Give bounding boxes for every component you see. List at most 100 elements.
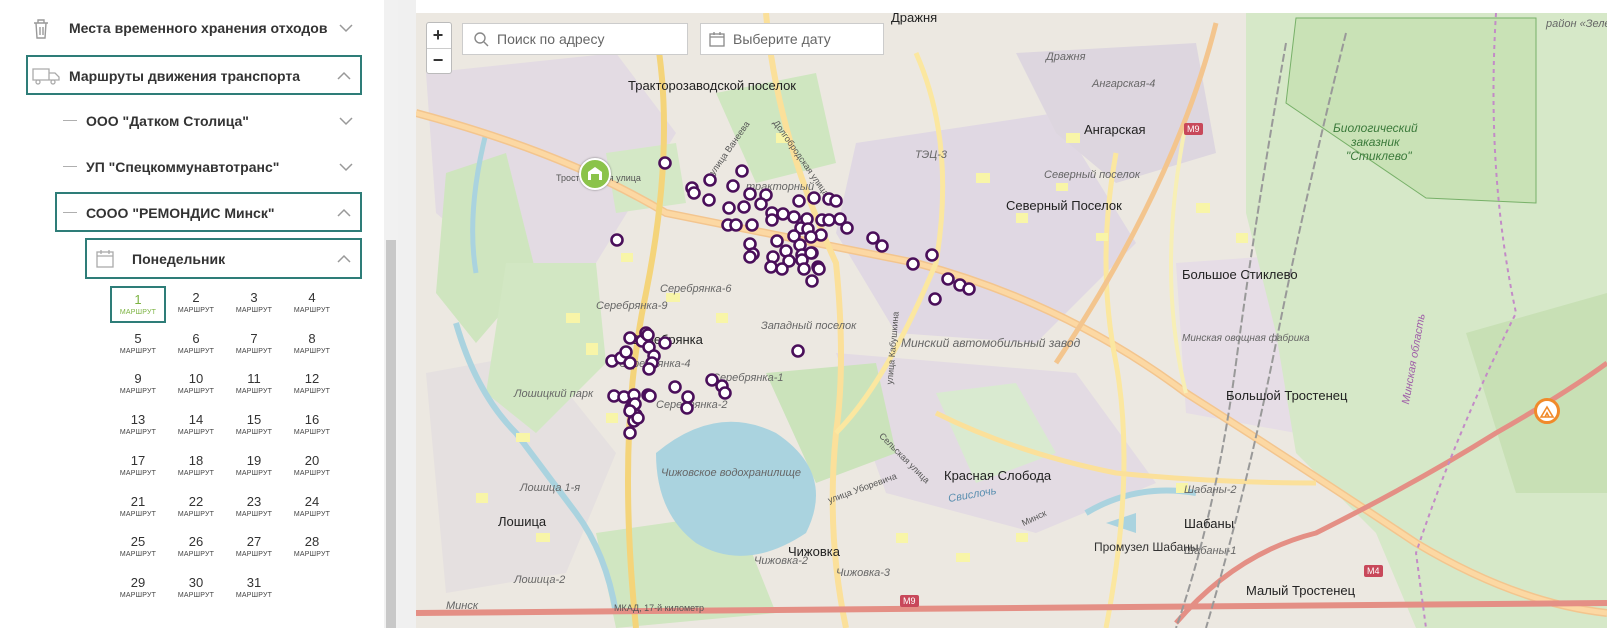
route-day-15[interactable]: 15 МАРШРУТ — [226, 408, 282, 445]
chevron-up-icon[interactable] — [336, 251, 352, 267]
container-marker[interactable] — [770, 234, 784, 248]
container-marker[interactable] — [925, 248, 939, 262]
route-day-8[interactable]: 8 МАРШРУТ — [284, 327, 340, 364]
container-marker[interactable] — [737, 200, 751, 214]
route-day-5[interactable]: 5 МАРШРУТ — [110, 327, 166, 364]
route-day-9[interactable]: 9 МАРШРУТ — [110, 367, 166, 404]
route-day-1[interactable]: 1 МАРШРУТ — [110, 286, 166, 323]
map[interactable]: Дражня тракторный Тракторозаводской посе… — [416, 13, 1607, 628]
container-marker[interactable] — [928, 292, 942, 306]
container-marker[interactable] — [623, 356, 637, 370]
container-marker[interactable] — [631, 411, 645, 425]
route-day-31[interactable]: 31 МАРШРУТ — [226, 571, 282, 608]
zoom-out-button[interactable]: − — [427, 49, 449, 71]
route-day-12[interactable]: 12 МАРШРУТ — [284, 367, 340, 404]
menu-item-waste-storage[interactable]: Места временного хранения отходов — [26, 8, 362, 48]
route-day-27[interactable]: 27 МАРШРУТ — [226, 530, 282, 567]
container-marker[interactable] — [743, 187, 757, 201]
route-day-22[interactable]: 22 МАРШРУТ — [168, 490, 224, 527]
route-day-2[interactable]: 2 МАРШРУТ — [168, 286, 224, 323]
container-marker[interactable] — [941, 272, 955, 286]
menu-item-transport-routes[interactable]: Маршруты движения транспорта — [26, 55, 362, 95]
container-marker[interactable] — [668, 380, 682, 394]
address-search-input[interactable] — [495, 30, 687, 48]
route-day-28[interactable]: 28 МАРШРУТ — [284, 530, 340, 567]
company-item-remondis[interactable]: — СООО "РЕМОНДИС Минск" — [55, 192, 362, 232]
route-day-18[interactable]: 18 МАРШРУТ — [168, 449, 224, 486]
route-day-26[interactable]: 26 МАРШРУТ — [168, 530, 224, 567]
container-marker[interactable] — [681, 390, 695, 404]
container-marker[interactable] — [792, 194, 806, 208]
sidebar-scrollbar[interactable] — [384, 0, 398, 628]
route-day-23[interactable]: 23 МАРШРУТ — [226, 490, 282, 527]
route-day-21[interactable]: 21 МАРШРУТ — [110, 490, 166, 527]
container-marker[interactable] — [765, 213, 779, 227]
container-marker[interactable] — [610, 233, 624, 247]
container-marker[interactable] — [623, 426, 637, 440]
container-marker[interactable] — [807, 191, 821, 205]
container-marker[interactable] — [722, 201, 736, 215]
container-marker[interactable] — [658, 156, 672, 170]
container-marker[interactable] — [776, 207, 790, 221]
container-marker[interactable] — [822, 213, 836, 227]
container-marker[interactable] — [743, 250, 757, 264]
date-picker-field[interactable] — [700, 23, 884, 55]
route-day-24[interactable]: 24 МАРШРУТ — [284, 490, 340, 527]
container-marker[interactable] — [804, 246, 818, 260]
container-marker[interactable] — [805, 274, 819, 288]
route-day-25[interactable]: 25 МАРШРУТ — [110, 530, 166, 567]
chevron-up-icon[interactable] — [336, 205, 352, 221]
chevron-down-icon[interactable] — [338, 20, 354, 36]
container-marker[interactable] — [729, 218, 743, 232]
container-marker[interactable] — [754, 197, 768, 211]
route-day-4[interactable]: 4 МАРШРУТ — [284, 286, 340, 323]
container-marker[interactable] — [702, 193, 716, 207]
container-marker[interactable] — [643, 389, 657, 403]
facility-marker-icon[interactable] — [579, 158, 611, 190]
route-day-10[interactable]: 10 МАРШРУТ — [168, 367, 224, 404]
container-marker[interactable] — [718, 386, 732, 400]
container-marker[interactable] — [703, 173, 717, 187]
chevron-down-icon[interactable] — [338, 159, 354, 175]
route-day-20[interactable]: 20 МАРШРУТ — [284, 449, 340, 486]
address-search-field[interactable] — [462, 23, 688, 55]
route-day-7[interactable]: 7 МАРШРУТ — [226, 327, 282, 364]
container-marker[interactable] — [791, 344, 805, 358]
container-marker[interactable] — [962, 282, 976, 296]
container-marker[interactable] — [726, 179, 740, 193]
route-day-29[interactable]: 29 МАРШРУТ — [110, 571, 166, 608]
container-marker[interactable] — [764, 260, 778, 274]
container-marker[interactable] — [787, 210, 801, 224]
scrollbar-thumb[interactable] — [386, 240, 396, 628]
container-marker[interactable] — [642, 362, 656, 376]
container-marker[interactable] — [804, 230, 818, 244]
container-marker[interactable] — [641, 328, 655, 342]
route-day-11[interactable]: 11 МАРШРУТ — [226, 367, 282, 404]
container-marker[interactable] — [840, 221, 854, 235]
date-picker-input[interactable] — [731, 30, 883, 48]
route-day-3[interactable]: 3 МАРШРУТ — [226, 286, 282, 323]
route-day-14[interactable]: 14 МАРШРУТ — [168, 408, 224, 445]
container-marker[interactable] — [735, 164, 749, 178]
container-marker[interactable] — [829, 194, 843, 208]
container-marker[interactable] — [658, 336, 672, 350]
zoom-in-button[interactable]: + — [427, 24, 449, 46]
route-day-19[interactable]: 19 МАРШРУТ — [226, 449, 282, 486]
company-item-speckommun[interactable]: — УП "Спецкоммунавтотранс" — [55, 147, 362, 187]
chevron-down-icon[interactable] — [338, 113, 354, 129]
container-marker[interactable] — [812, 262, 826, 276]
container-marker[interactable] — [875, 239, 889, 253]
weekday-item-monday[interactable]: Понедельник — [85, 238, 362, 279]
container-marker[interactable] — [745, 218, 759, 232]
container-marker[interactable] — [906, 257, 920, 271]
container-marker[interactable] — [623, 331, 637, 345]
container-marker[interactable] — [680, 401, 694, 415]
container-marker[interactable] — [687, 186, 701, 200]
route-day-6[interactable]: 6 МАРШРУТ — [168, 327, 224, 364]
orange-poi-icon[interactable] — [1534, 398, 1560, 424]
company-item-datkom[interactable]: — ООО "Датком Столица" — [55, 101, 362, 141]
route-day-17[interactable]: 17 МАРШРУТ — [110, 449, 166, 486]
container-marker[interactable] — [797, 262, 811, 276]
chevron-up-icon[interactable] — [336, 68, 352, 84]
route-day-13[interactable]: 13 МАРШРУТ — [110, 408, 166, 445]
